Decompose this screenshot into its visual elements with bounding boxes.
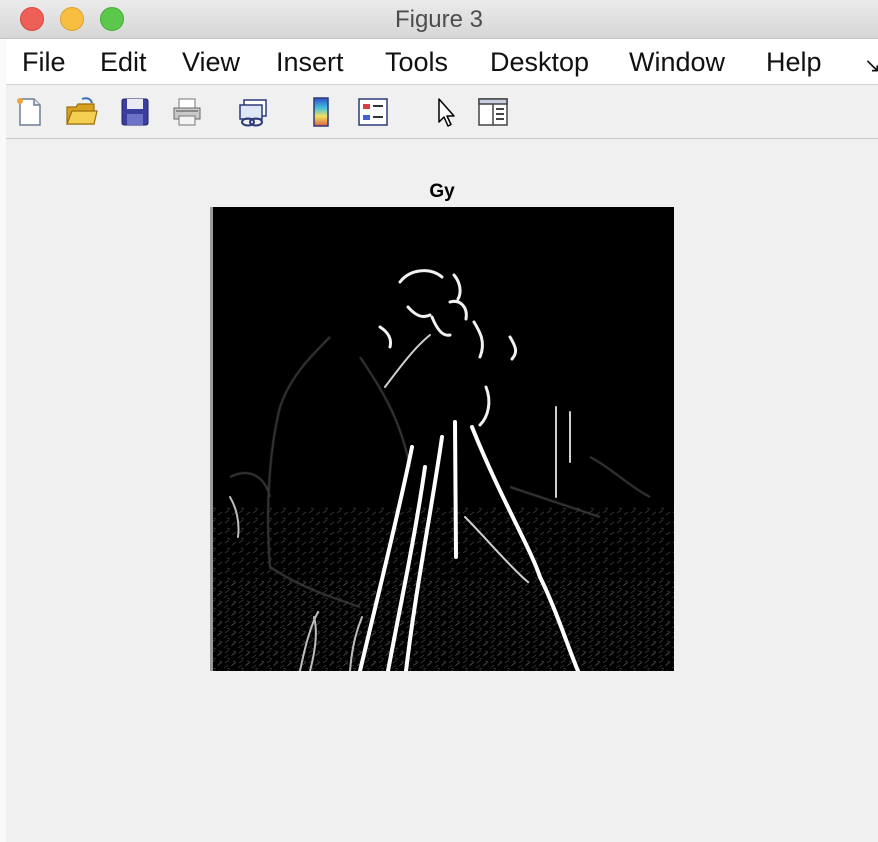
menu-overflow-icon[interactable]: ↘ bbox=[864, 53, 878, 78]
menu-view[interactable]: View bbox=[182, 47, 240, 78]
menu-file[interactable]: File bbox=[22, 47, 66, 78]
menu-bar: File Edit View Insert Tools Desktop Wind… bbox=[6, 39, 878, 85]
insert-colorbar-icon[interactable] bbox=[304, 95, 338, 129]
toolbar bbox=[6, 85, 878, 139]
gradient-edge-image bbox=[210, 207, 674, 671]
save-icon[interactable] bbox=[118, 95, 152, 129]
open-file-icon[interactable] bbox=[64, 95, 98, 129]
menu-help[interactable]: Help bbox=[766, 47, 822, 78]
title-bar: Figure 3 bbox=[0, 0, 878, 39]
axes-title: Gy bbox=[429, 181, 455, 202]
menu-window[interactable]: Window bbox=[629, 47, 725, 78]
print-icon[interactable] bbox=[170, 95, 204, 129]
menu-insert[interactable]: Insert bbox=[276, 47, 344, 78]
menu-tools[interactable]: Tools bbox=[385, 47, 448, 78]
window-title: Figure 3 bbox=[394, 6, 484, 33]
menu-edit[interactable]: Edit bbox=[100, 47, 147, 78]
menu-desktop[interactable]: Desktop bbox=[490, 47, 589, 78]
edit-plot-icon[interactable] bbox=[430, 95, 464, 129]
new-figure-icon[interactable] bbox=[12, 95, 46, 129]
image-axes[interactable] bbox=[210, 207, 674, 671]
insert-legend-icon[interactable] bbox=[356, 95, 390, 129]
link-plot-icon[interactable] bbox=[236, 95, 270, 129]
left-window-edge bbox=[0, 39, 6, 842]
property-inspector-icon[interactable] bbox=[476, 95, 510, 129]
